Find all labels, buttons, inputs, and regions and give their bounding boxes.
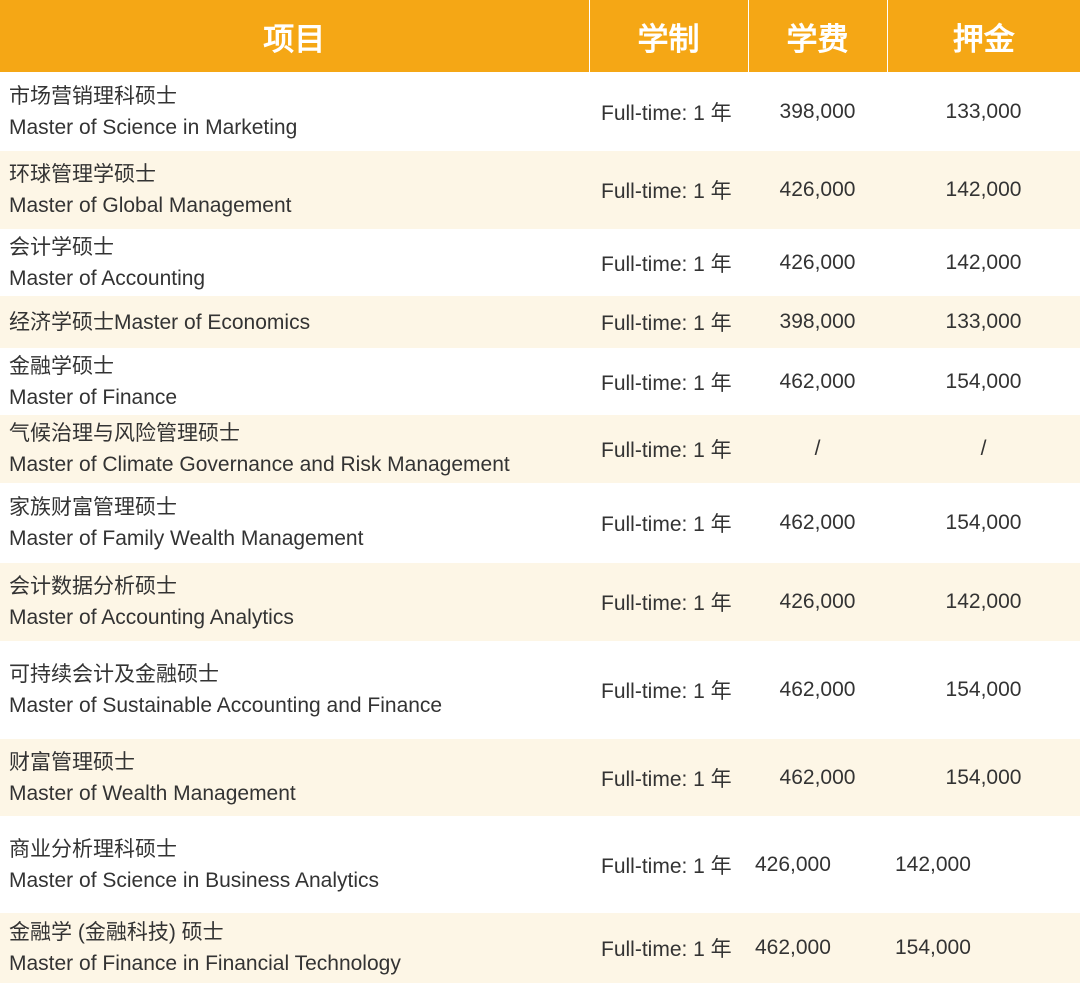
table-row: 市场营销理科硕士 Master of Science in Marketing … bbox=[0, 72, 1080, 151]
program-name-cell: 会计数据分析硕士 Master of Accounting Analytics bbox=[0, 563, 589, 641]
program-name-cell: 金融学 (金融科技) 硕士 Master of Finance in Finan… bbox=[0, 913, 589, 983]
table-row: 财富管理硕士 Master of Wealth Management Full-… bbox=[0, 739, 1080, 816]
tuition-cell: 426,000 bbox=[755, 852, 831, 876]
duration-cell: Full-time: 1 年 bbox=[601, 101, 732, 125]
deposit-cell: 154,000 bbox=[887, 739, 1080, 816]
duration-cell: Full-time: 1 年 bbox=[589, 913, 748, 983]
deposit-cell: 142,000 bbox=[887, 563, 1080, 641]
program-name-cell: 气候治理与风险管理硕士 Master of Climate Governance… bbox=[0, 415, 589, 483]
deposit-cell: 133,000 bbox=[887, 296, 1080, 348]
duration-cell: Full-time: 1 年 bbox=[601, 513, 732, 536]
table-row: 气候治理与风险管理硕士 Master of Climate Governance… bbox=[0, 415, 1080, 483]
header-program: 项目 bbox=[0, 0, 589, 72]
table-body: 市场营销理科硕士 Master of Science in Marketing … bbox=[0, 72, 1080, 983]
table-row: 会计学硕士 Master of Accounting Full-time: 1 … bbox=[0, 229, 1080, 296]
program-name-cn: 财富管理硕士 bbox=[9, 750, 135, 774]
duration-cell: Full-time: 1 年 bbox=[601, 854, 732, 878]
program-name-en: Master of Wealth Management bbox=[9, 781, 296, 805]
program-name-cell: 金融学硕士 Master of Finance bbox=[0, 348, 589, 415]
program-name-en: Master of Finance bbox=[9, 385, 178, 409]
program-name-cn: 金融学 (金融科技) 硕士 bbox=[9, 921, 224, 944]
header-tuition: 学费 bbox=[747, 0, 887, 72]
header-duration: 学制 bbox=[588, 0, 748, 72]
program-name-cell: 环球管理学硕士 Master of Global Management bbox=[0, 151, 589, 229]
deposit-cell: 142,000 bbox=[887, 151, 1080, 229]
program-name-en: Master of Science in Business Analytics bbox=[9, 868, 380, 892]
deposit-cell: 133,000 bbox=[945, 99, 1022, 123]
program-name-cell: 市场营销理科硕士 Master of Science in Marketing bbox=[0, 72, 589, 151]
program-name-en: Master of Climate Governance and Risk Ma… bbox=[9, 453, 510, 476]
duration-cell: Full-time: 1 年 bbox=[589, 415, 748, 483]
program-name-en: Master of Family Wealth Management bbox=[9, 527, 364, 550]
tuition-cell: 462,000 bbox=[748, 739, 887, 816]
program-name-cn: 市场营销理科硕士 bbox=[9, 84, 177, 108]
duration-cell: Full-time: 1 年 bbox=[601, 252, 732, 276]
table-header: 项目 学制 学费 押金 bbox=[0, 0, 1080, 72]
program-name-en: Master of Accounting bbox=[9, 266, 206, 290]
duration-cell: Full-time: 1 年 bbox=[601, 371, 732, 395]
program-name-cell: 家族财富管理硕士 Master of Family Wealth Managem… bbox=[0, 483, 589, 563]
program-name-cn: 环球管理学硕士 bbox=[9, 163, 156, 186]
deposit-cell: / bbox=[887, 415, 1080, 483]
deposit-cell: 154,000 bbox=[945, 369, 1022, 393]
program-name-cn: 经济学硕士Master of Economics bbox=[9, 310, 311, 334]
table-row: 金融学硕士 Master of Finance Full-time: 1 年 4… bbox=[0, 348, 1080, 415]
tuition-cell: 426,000 bbox=[748, 563, 887, 641]
deposit-cell: 154,000 bbox=[945, 678, 1022, 701]
duration-cell: Full-time: 1 年 bbox=[589, 563, 748, 641]
program-name-cn: 气候治理与风险管理硕士 bbox=[9, 422, 240, 445]
program-name-cell: 会计学硕士 Master of Accounting bbox=[0, 229, 589, 296]
table-row: 商业分析理科硕士 Master of Science in Business A… bbox=[0, 816, 1080, 913]
program-name-cn: 家族财富管理硕士 bbox=[9, 496, 177, 519]
program-name-cn: 会计数据分析硕士 bbox=[9, 575, 177, 598]
deposit-cell: 154,000 bbox=[945, 511, 1022, 534]
table-row: 可持续会计及金融硕士 Master of Sustainable Account… bbox=[0, 641, 1080, 739]
program-name-en: Master of Global Management bbox=[9, 194, 292, 217]
tuition-cell: 462,000 bbox=[779, 511, 856, 534]
program-name-cn: 可持续会计及金融硕士 bbox=[9, 663, 219, 686]
tuition-cell: 398,000 bbox=[748, 296, 887, 348]
program-name-cell: 商业分析理科硕士 Master of Science in Business A… bbox=[0, 816, 589, 913]
deposit-cell: 154,000 bbox=[887, 913, 1080, 983]
duration-cell: Full-time: 1 年 bbox=[589, 151, 748, 229]
program-name-en: Master of Sustainable Accounting and Fin… bbox=[9, 694, 443, 717]
header-row: 项目 学制 学费 押金 bbox=[0, 0, 1080, 72]
tuition-cell: 462,000 bbox=[779, 369, 856, 393]
table-row: 家族财富管理硕士 Master of Family Wealth Managem… bbox=[0, 483, 1080, 563]
duration-cell: Full-time: 1 年 bbox=[589, 296, 748, 348]
table-row: 经济学硕士Master of Economics Full-time: 1 年 … bbox=[0, 296, 1080, 348]
program-name-cell: 财富管理硕士 Master of Wealth Management bbox=[0, 739, 589, 816]
table-row: 金融学 (金融科技) 硕士 Master of Finance in Finan… bbox=[0, 913, 1080, 983]
tuition-cell: 426,000 bbox=[779, 250, 856, 274]
tuition-cell: 426,000 bbox=[748, 151, 887, 229]
tuition-cell: / bbox=[748, 415, 887, 483]
program-name-en: Master of Science in Marketing bbox=[9, 115, 298, 139]
program-name-cn: 商业分析理科硕士 bbox=[9, 837, 177, 861]
table-row: 会计数据分析硕士 Master of Accounting Analytics … bbox=[0, 563, 1080, 641]
program-name-en: Master of Accounting Analytics bbox=[9, 606, 294, 629]
program-fee-table: 项目 学制 学费 押金 市场营销理科硕士 Master of Science i… bbox=[0, 0, 1080, 983]
program-name-cn: 金融学硕士 bbox=[9, 354, 114, 378]
duration-cell: Full-time: 1 年 bbox=[589, 739, 748, 816]
tuition-cell: 462,000 bbox=[779, 678, 856, 701]
header-deposit: 押金 bbox=[886, 0, 1080, 72]
tuition-cell: 462,000 bbox=[748, 913, 887, 983]
program-name-cell: 经济学硕士Master of Economics bbox=[0, 296, 589, 348]
program-name-cn: 会计学硕士 bbox=[9, 235, 114, 259]
program-name-en: Master of Finance in Financial Technolog… bbox=[9, 952, 401, 975]
tuition-cell: 398,000 bbox=[779, 99, 856, 123]
duration-cell: Full-time: 1 年 bbox=[601, 680, 732, 703]
program-name-cell: 可持续会计及金融硕士 Master of Sustainable Account… bbox=[0, 641, 589, 739]
deposit-cell: 142,000 bbox=[895, 852, 971, 876]
deposit-cell: 142,000 bbox=[945, 250, 1022, 274]
table-row: 环球管理学硕士 Master of Global Management Full… bbox=[0, 151, 1080, 229]
